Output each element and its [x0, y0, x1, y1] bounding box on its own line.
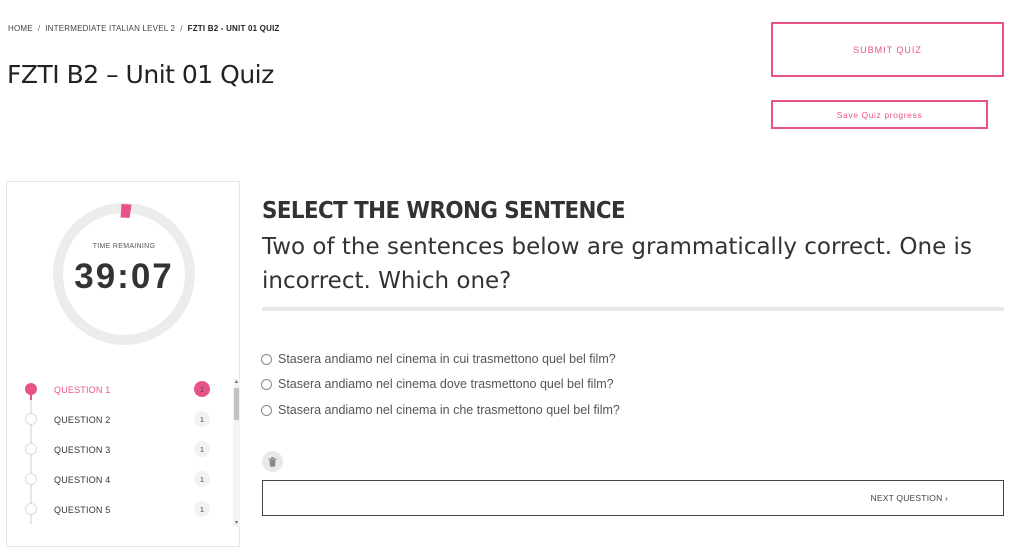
question-heading: SELECT THE WRONG SENTENCE [262, 198, 626, 224]
question-label: QUESTION 5 [54, 505, 111, 515]
question-item-5[interactable]: QUESTION 5 1 [7, 500, 233, 530]
next-question-button[interactable]: NEXT QUESTION › [262, 480, 1004, 516]
answer-text: Stasera andiamo nel cinema in cui trasme… [278, 352, 616, 366]
breadcrumb-separator: / [180, 24, 183, 33]
question-list: QUESTION 1 1 QUESTION 2 1 QUESTION 3 1 Q… [7, 376, 233, 526]
question-item-4[interactable]: QUESTION 4 1 [7, 470, 233, 500]
answer-option-3[interactable]: Stasera andiamo nel cinema in che trasme… [261, 401, 620, 419]
question-label: QUESTION 2 [54, 415, 111, 425]
answer-option-1[interactable]: Stasera andiamo nel cinema in cui trasme… [261, 350, 616, 368]
clear-answer-button[interactable] [262, 451, 283, 472]
question-marker [25, 443, 37, 455]
question-list-scrollbar[interactable]: ▴ ▾ [233, 379, 240, 527]
question-count-badge: 1 [194, 501, 210, 517]
radio-button[interactable] [261, 404, 272, 416]
breadcrumb: HOME / INTERMEDIATE ITALIAN LEVEL 2 / FZTI B… [8, 24, 280, 33]
question-divider [262, 307, 1004, 311]
answer-text: Stasera andiamo nel cinema in che trasme… [278, 403, 620, 417]
scroll-up-icon[interactable]: ▴ [233, 379, 240, 386]
breadcrumb-current: FZTI B2 - UNIT 01 QUIZ [187, 24, 280, 33]
breadcrumb-home[interactable]: HOME [8, 24, 33, 33]
scroll-down-icon[interactable]: ▾ [233, 520, 240, 527]
page-title: FZTI B2 – Unit 01 Quiz [7, 60, 274, 89]
radio-button[interactable] [261, 378, 272, 390]
next-question-label: NEXT QUESTION › [870, 493, 948, 503]
question-label: QUESTION 1 [54, 385, 111, 395]
save-quiz-progress-button[interactable]: Save Quiz progress [771, 100, 988, 129]
question-item-1[interactable]: QUESTION 1 1 [7, 380, 233, 410]
question-item-3[interactable]: QUESTION 3 1 [7, 440, 233, 470]
question-marker [25, 503, 37, 515]
question-count-badge: 1 [194, 411, 210, 427]
answer-option-2[interactable]: Stasera andiamo nel cinema dove trasmett… [261, 375, 614, 393]
question-marker [25, 473, 37, 485]
scrollbar-thumb[interactable] [234, 388, 239, 420]
question-marker [25, 413, 37, 425]
time-remaining-value: 39:07 [74, 257, 174, 296]
breadcrumb-separator: / [37, 24, 41, 33]
trash-icon [268, 456, 277, 467]
question-label: QUESTION 4 [54, 475, 111, 485]
submit-quiz-button[interactable]: SUBMIT QUIZ [771, 22, 1004, 77]
question-label: QUESTION 3 [54, 445, 111, 455]
breadcrumb-course[interactable]: INTERMEDIATE ITALIAN LEVEL 2 [45, 24, 175, 33]
question-count-badge: 1 [194, 441, 210, 457]
question-text: Two of the sentences below are grammatic… [262, 234, 972, 294]
time-remaining-label: TIME REMAINING [92, 243, 156, 250]
question-count-badge: 1 [194, 381, 210, 397]
quiz-sidebar-panel: TIME REMAINING 39:07 QUESTION 1 1 QUESTI… [6, 181, 240, 547]
answer-text: Stasera andiamo nel cinema dove trasmett… [278, 377, 614, 391]
radio-button[interactable] [261, 353, 272, 365]
question-count-badge: 1 [194, 471, 210, 487]
question-marker [25, 383, 37, 395]
question-item-2[interactable]: QUESTION 2 1 [7, 410, 233, 440]
